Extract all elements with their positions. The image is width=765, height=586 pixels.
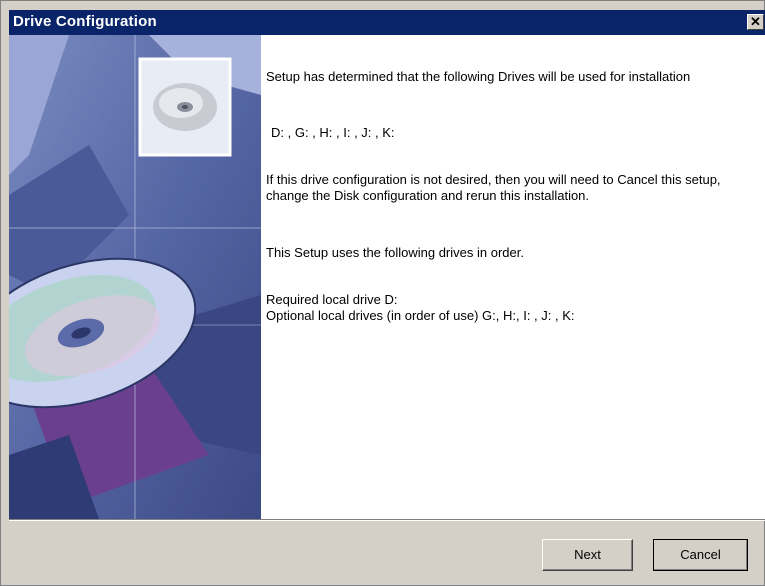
cancel-button[interactable]: Cancel xyxy=(653,539,748,571)
intro-text: Setup has determined that the following … xyxy=(266,69,691,84)
drives-list: D: , G: , H: , I: , J: , K: xyxy=(271,125,395,140)
close-button[interactable]: ✕ xyxy=(747,14,764,30)
close-icon: ✕ xyxy=(750,14,761,29)
drive-configuration-dialog: Drive Configuration ✕ Setup has determin… xyxy=(0,0,765,586)
optional-drives-text: Optional local drives (in order of use) … xyxy=(266,308,575,323)
required-drive-text: Required local drive D: xyxy=(266,292,398,307)
cd-artwork xyxy=(9,35,261,519)
cancel-instructions-text: If this drive configuration is not desir… xyxy=(266,172,721,203)
title-bar[interactable]: Drive Configuration ✕ xyxy=(9,10,765,35)
button-area-separator xyxy=(9,519,765,521)
next-button[interactable]: Next xyxy=(542,539,633,571)
cd-disc-icon xyxy=(153,83,217,131)
window-title: Drive Configuration xyxy=(13,13,157,30)
drive-order-text: This Setup uses the following drives in … xyxy=(266,245,524,260)
dialog-content: Setup has determined that the following … xyxy=(9,35,765,519)
setup-banner-image xyxy=(9,35,261,519)
